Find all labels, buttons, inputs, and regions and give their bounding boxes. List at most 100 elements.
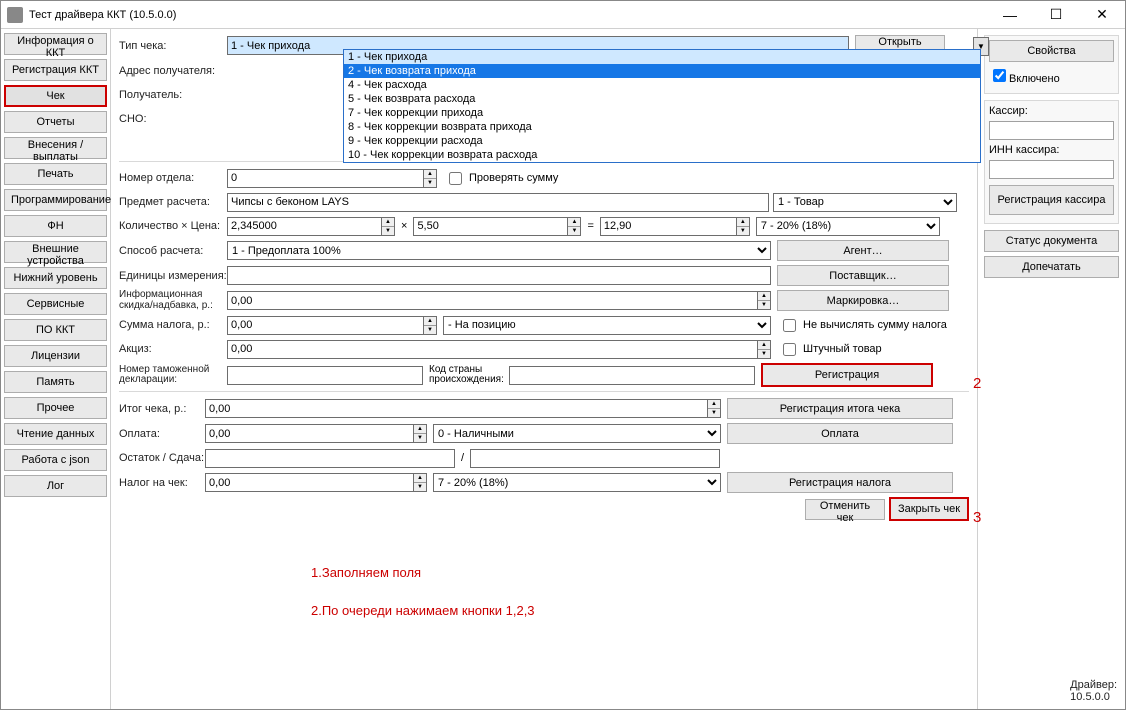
sidebar-item-check[interactable]: Чек: [4, 85, 107, 107]
sum-spinner[interactable]: ▲▼: [736, 217, 750, 236]
cancel-check-button[interactable]: Отменить чек: [805, 499, 885, 520]
check-sum-label: Проверять сумму: [469, 172, 558, 184]
equals-symbol: =: [587, 220, 593, 232]
annotation-num-2: 2: [973, 375, 981, 392]
excise-input[interactable]: [227, 340, 757, 359]
supplier-button[interactable]: Поставщик…: [777, 265, 949, 286]
no-calc-tax-checkbox[interactable]: [783, 319, 796, 332]
sidebar-item-reports[interactable]: Отчеты: [4, 111, 107, 133]
sidebar-item-other[interactable]: Прочее: [4, 397, 107, 419]
dropdown-item[interactable]: 4 - Чек расхода: [344, 78, 980, 92]
sidebar-item-programming[interactable]: Программирование: [4, 189, 107, 211]
dropdown-item[interactable]: 8 - Чек коррекции возврата прихода: [344, 120, 980, 134]
sidebar-item-pokkt[interactable]: ПО ККТ: [4, 319, 107, 341]
reg-total-button[interactable]: Регистрация итога чека: [727, 398, 953, 419]
subject-input[interactable]: [227, 193, 769, 212]
label-units: Единицы измерения:: [119, 270, 227, 282]
sidebar-item-lowlevel[interactable]: Нижний уровень: [4, 267, 107, 289]
dropdown-item[interactable]: 7 - Чек коррекции прихода: [344, 106, 980, 120]
sidebar-item-deposits[interactable]: Внесения / выплаты: [4, 137, 107, 159]
piece-goods-label: Штучный товар: [803, 343, 882, 355]
customs-decl-input[interactable]: [227, 366, 423, 385]
registration-button[interactable]: Регистрация: [761, 363, 933, 387]
label-info-discount: Информационная скидка/надбавка, р.:: [119, 290, 227, 311]
sidebar-item-licenses[interactable]: Лицензии: [4, 345, 107, 367]
paymethod-select[interactable]: 1 - Предоплата 100%: [227, 241, 771, 260]
cashier-input[interactable]: [989, 121, 1114, 140]
tax-rate-select[interactable]: 7 - 20% (18%): [756, 217, 940, 236]
dropdown-item[interactable]: 9 - Чек коррекции расхода: [344, 134, 980, 148]
enabled-label: Включено: [1009, 73, 1060, 85]
tax-sum-input[interactable]: [227, 316, 423, 335]
label-paymethod: Способ расчета:: [119, 245, 227, 257]
dept-input[interactable]: [227, 169, 423, 188]
properties-button[interactable]: Свойства: [989, 40, 1114, 62]
cashier-inn-input[interactable]: [989, 160, 1114, 179]
sidebar-item-registration[interactable]: Регистрация ККТ: [4, 59, 107, 81]
dropdown-item[interactable]: 2 - Чек возврата прихода: [344, 64, 980, 78]
tax-on-check-rate-select[interactable]: 7 - 20% (18%): [433, 473, 721, 492]
payment-type-select[interactable]: 0 - Наличными: [433, 424, 721, 443]
total-spinner[interactable]: ▲▼: [707, 399, 721, 418]
sidebar-item-json[interactable]: Работа с json: [4, 449, 107, 471]
agent-button[interactable]: Агент…: [777, 240, 949, 261]
enabled-checkbox[interactable]: [993, 69, 1006, 82]
no-calc-tax-label: Не вычислять сумму налога: [803, 319, 947, 331]
qty-spinner[interactable]: ▲▼: [381, 217, 395, 236]
payment-button[interactable]: Оплата: [727, 423, 953, 444]
tax-on-check-spinner[interactable]: ▲▼: [413, 473, 427, 492]
sidebar-item-info[interactable]: Информация о ККТ: [4, 33, 107, 55]
piece-goods-checkbox[interactable]: [783, 343, 796, 356]
app-icon: [7, 7, 23, 23]
reprint-button[interactable]: Допечатать: [984, 256, 1119, 278]
change-input[interactable]: [470, 449, 720, 468]
close-button[interactable]: ✕: [1079, 1, 1125, 28]
label-check-type: Тип чека:: [119, 40, 227, 52]
payment-input[interactable]: [205, 424, 413, 443]
sidebar-item-log[interactable]: Лог: [4, 475, 107, 497]
label-recipient: Получатель:: [119, 89, 227, 101]
tax-on-check-input[interactable]: [205, 473, 413, 492]
total-input[interactable]: [205, 399, 707, 418]
dropdown-item[interactable]: 10 - Чек коррекции возврата расхода: [344, 148, 980, 162]
label-qty-price: Количество × Цена:: [119, 220, 227, 232]
origin-code-input[interactable]: [509, 366, 755, 385]
close-check-button[interactable]: Закрыть чек: [889, 497, 969, 521]
qty-input[interactable]: [227, 217, 381, 236]
price-input[interactable]: [413, 217, 567, 236]
excise-spinner[interactable]: ▲▼: [757, 340, 771, 359]
center-panel: Тип чека: ▼ Открыть смену 1 - Чек приход…: [111, 29, 977, 709]
dept-spinner[interactable]: ▲▼: [423, 169, 437, 188]
sidebar-item-readdata[interactable]: Чтение данных: [4, 423, 107, 445]
subject-type-select[interactable]: 1 - Товар: [773, 193, 957, 212]
check-sum-checkbox[interactable]: [449, 172, 462, 185]
sidebar-item-memory[interactable]: Память: [4, 371, 107, 393]
dropdown-item[interactable]: 1 - Чек прихода: [344, 50, 980, 64]
label-subject: Предмет расчета:: [119, 196, 227, 208]
minimize-button[interactable]: —: [987, 1, 1033, 28]
price-spinner[interactable]: ▲▼: [567, 217, 581, 236]
window-title: Тест драйвера ККТ (10.5.0.0): [29, 9, 987, 21]
maximize-button[interactable]: ☐: [1033, 1, 1079, 28]
label-tax-on-check: Налог на чек:: [119, 477, 205, 489]
sidebar-item-service[interactable]: Сервисные: [4, 293, 107, 315]
info-discount-input[interactable]: [227, 291, 757, 310]
tax-pos-select[interactable]: - На позицию: [443, 316, 771, 335]
info-discount-spinner[interactable]: ▲▼: [757, 291, 771, 310]
remainder-input[interactable]: [205, 449, 455, 468]
check-type-dropdown[interactable]: 1 - Чек прихода 2 - Чек возврата прихода…: [343, 49, 981, 163]
sum-input[interactable]: [600, 217, 736, 236]
dropdown-item[interactable]: 5 - Чек возврата расхода: [344, 92, 980, 106]
sidebar-item-print[interactable]: Печать: [4, 163, 107, 185]
payment-spinner[interactable]: ▲▼: [413, 424, 427, 443]
marking-button[interactable]: Маркировка…: [777, 290, 949, 311]
label-origin-code: Код страны происхождения:: [429, 365, 509, 386]
sidebar-item-fn[interactable]: ФН: [4, 215, 107, 237]
cashier-label: Кассир:: [989, 105, 1114, 117]
doc-status-button[interactable]: Статус документа: [984, 230, 1119, 252]
reg-tax-button[interactable]: Регистрация налога: [727, 472, 953, 493]
reg-cashier-button[interactable]: Регистрация кассира: [989, 185, 1114, 215]
sidebar-item-external[interactable]: Внешние устройства: [4, 241, 107, 263]
tax-sum-spinner[interactable]: ▲▼: [423, 316, 437, 335]
units-input[interactable]: [227, 266, 771, 285]
